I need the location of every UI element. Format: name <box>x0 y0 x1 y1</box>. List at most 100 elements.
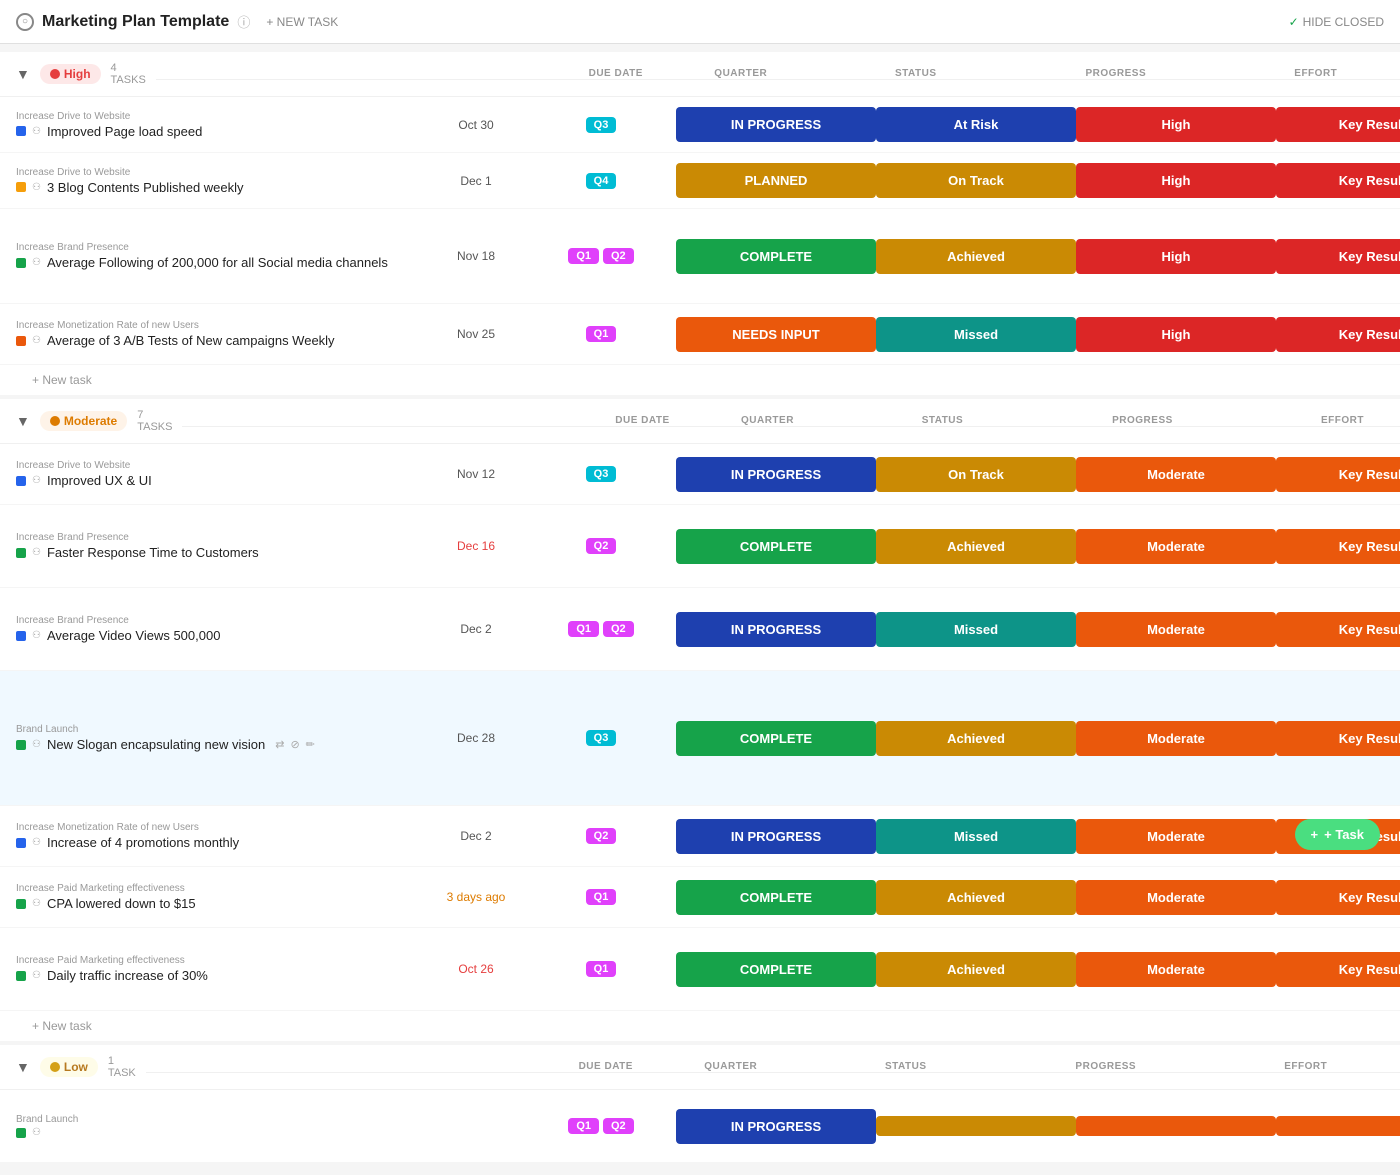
task-name-row: ⚇ CPA lowered down to $15 <box>16 896 426 911</box>
quarter-tag[interactable]: Q2 <box>603 1118 634 1134</box>
section-toggle-moderate[interactable]: ▼ <box>16 413 30 429</box>
edit-icon[interactable]: ✏ <box>306 738 315 751</box>
quarter-tag[interactable]: Q1 <box>586 961 617 977</box>
task-name[interactable]: Average of 3 A/B Tests of New campaigns … <box>47 333 335 348</box>
progress-cell: Missed <box>876 612 1076 647</box>
effort-cell: Moderate <box>1076 529 1276 564</box>
progress-badge: At Risk <box>876 107 1076 142</box>
status-badge[interactable]: COMPLETE <box>676 529 876 564</box>
task-name[interactable]: Average Video Views 500,000 <box>47 628 220 643</box>
status-badge[interactable]: COMPLETE <box>676 239 876 274</box>
col-header-quarter: QUARTER <box>692 415 842 426</box>
section-toggle-low[interactable]: ▼ <box>16 1059 30 1075</box>
table-row: Increase Drive to Website ⚇ Improved UX … <box>0 444 1400 505</box>
task-type-badge: Key Results <box>1276 163 1400 198</box>
priority-badge-low[interactable]: Low <box>40 1057 98 1077</box>
task-info: Increase Brand Presence ⚇ Faster Respons… <box>16 524 426 568</box>
quarter-tag[interactable]: Q1 <box>568 248 599 264</box>
link-icon: ⚇ <box>32 630 41 641</box>
effort-badge: Moderate <box>1076 952 1276 987</box>
task-type-cell: Key Results <box>1276 163 1400 198</box>
task-name-row: ⚇ Average Following of 200,000 for all S… <box>16 255 426 270</box>
quarter-tag[interactable]: Q3 <box>586 466 617 482</box>
task-type-cell: Key Results <box>1276 107 1400 142</box>
link-icon: ⚇ <box>32 182 41 193</box>
col-header-status: STATUS <box>816 68 1016 79</box>
quarter-tag[interactable]: Q4 <box>586 173 617 189</box>
progress-badge: Achieved <box>876 721 1076 756</box>
task-name[interactable]: Improved Page load speed <box>47 124 202 139</box>
section-header-moderate: ▼ Moderate 7 TASKS DUE DATE QUARTER STAT… <box>0 399 1400 444</box>
quarter-cell: Q3 <box>526 117 676 133</box>
add-task-high[interactable]: + New task <box>0 365 1400 395</box>
col-header-due: DUE DATE <box>566 68 666 79</box>
task-type-cell: Key Results <box>1276 880 1400 915</box>
info-icon[interactable]: ⓘ <box>237 12 250 31</box>
link-icon: ⚇ <box>32 126 41 137</box>
quarter-tag[interactable]: Q1 <box>586 326 617 342</box>
task-name[interactable]: Faster Response Time to Customers <box>47 545 259 560</box>
task-type-badge: Key Results <box>1276 880 1400 915</box>
task-type-badge: Key Results <box>1276 457 1400 492</box>
status-badge[interactable]: COMPLETE <box>676 880 876 915</box>
status-badge[interactable]: COMPLETE <box>676 952 876 987</box>
floating-task-button[interactable]: + + Task <box>1295 819 1380 850</box>
quarter-tag[interactable]: Q1 <box>568 621 599 637</box>
task-category: Increase Drive to Website <box>16 167 426 178</box>
task-type-cell: Key Results <box>1276 529 1400 564</box>
status-badge[interactable]: IN PROGRESS <box>676 612 876 647</box>
section-toggle-high[interactable]: ▼ <box>16 66 30 82</box>
add-task-moderate[interactable]: + New task <box>0 1011 1400 1041</box>
task-name[interactable]: New Slogan encapsulating new vision <box>47 737 265 752</box>
quarter-tag[interactable]: Q2 <box>586 828 617 844</box>
task-info: Increase Brand Presence ⚇ Average Follow… <box>16 234 426 278</box>
status-badge[interactable]: IN PROGRESS <box>676 819 876 854</box>
priority-badge-moderate[interactable]: Moderate <box>40 411 127 431</box>
task-type-cell: Key Results <box>1276 721 1400 756</box>
status-badge[interactable]: NEEDS INPUT <box>676 317 876 352</box>
progress-badge <box>876 1116 1076 1136</box>
task-name-row: ⚇ Improved UX & UI <box>16 473 426 488</box>
new-task-button[interactable]: + NEW TASK <box>258 12 346 32</box>
col-header-effort: EFFORT <box>1206 1061 1400 1072</box>
table-row: Increase Drive to Website ⚇ Improved Pag… <box>0 97 1400 153</box>
status-badge[interactable]: IN PROGRESS <box>676 107 876 142</box>
status-cell: NEEDS INPUT <box>676 317 876 352</box>
floating-new-task[interactable]: + + Task <box>1295 819 1380 850</box>
quarter-tag[interactable]: Q1 <box>568 1118 599 1134</box>
effort-cell: Moderate <box>1076 880 1276 915</box>
due-date: 3 days ago <box>426 890 526 904</box>
col-headers-moderate: DUE DATE QUARTER STATUS PROGRESS EFFORT … <box>182 415 1400 427</box>
quarter-tag[interactable]: Q3 <box>586 117 617 133</box>
section-header-high: ▼ High 4 TASKS DUE DATE QUARTER STATUS P… <box>0 52 1400 97</box>
task-type-badge: Key Results <box>1276 317 1400 352</box>
task-count-low: 1 TASK <box>108 1055 136 1079</box>
section-moderate: ▼ Moderate 7 TASKS DUE DATE QUARTER STAT… <box>0 399 1400 1041</box>
quarter-tag[interactable]: Q3 <box>586 730 617 746</box>
task-name[interactable]: Improved UX & UI <box>47 473 152 488</box>
status-cell: IN PROGRESS <box>676 612 876 647</box>
task-name[interactable]: Increase of 4 promotions monthly <box>47 835 239 850</box>
status-badge[interactable]: COMPLETE <box>676 721 876 756</box>
task-name[interactable]: CPA lowered down to $15 <box>47 896 196 911</box>
task-name[interactable]: Daily traffic increase of 30% <box>47 968 208 983</box>
hide-closed-button[interactable]: ✓ HIDE CLOSED <box>1289 15 1384 29</box>
priority-badge-high[interactable]: High <box>40 64 101 84</box>
status-badge[interactable]: IN PROGRESS <box>676 1109 876 1144</box>
task-name[interactable]: Average Following of 200,000 for all Soc… <box>47 255 388 270</box>
quarter-tag[interactable]: Q2 <box>603 621 634 637</box>
status-badge[interactable]: IN PROGRESS <box>676 457 876 492</box>
col-header-quarter: QUARTER <box>666 68 816 79</box>
link-icon: ⚇ <box>32 547 41 558</box>
quarter-tag[interactable]: Q1 <box>586 889 617 905</box>
task-name[interactable]: 3 Blog Contents Published weekly <box>47 180 244 195</box>
table-row: Increase Brand Presence ⚇ Faster Respons… <box>0 505 1400 588</box>
task-name-row: ⚇ Average of 3 A/B Tests of New campaign… <box>16 333 426 348</box>
quarter-tag[interactable]: Q2 <box>603 248 634 264</box>
col-header-quarter: QUARTER <box>656 1061 806 1072</box>
effort-cell: High <box>1076 317 1276 352</box>
task-info: Increase Drive to Website ⚇ Improved UX … <box>16 452 426 496</box>
status-badge[interactable]: PLANNED <box>676 163 876 198</box>
progress-cell: On Track <box>876 457 1076 492</box>
quarter-tag[interactable]: Q2 <box>586 538 617 554</box>
